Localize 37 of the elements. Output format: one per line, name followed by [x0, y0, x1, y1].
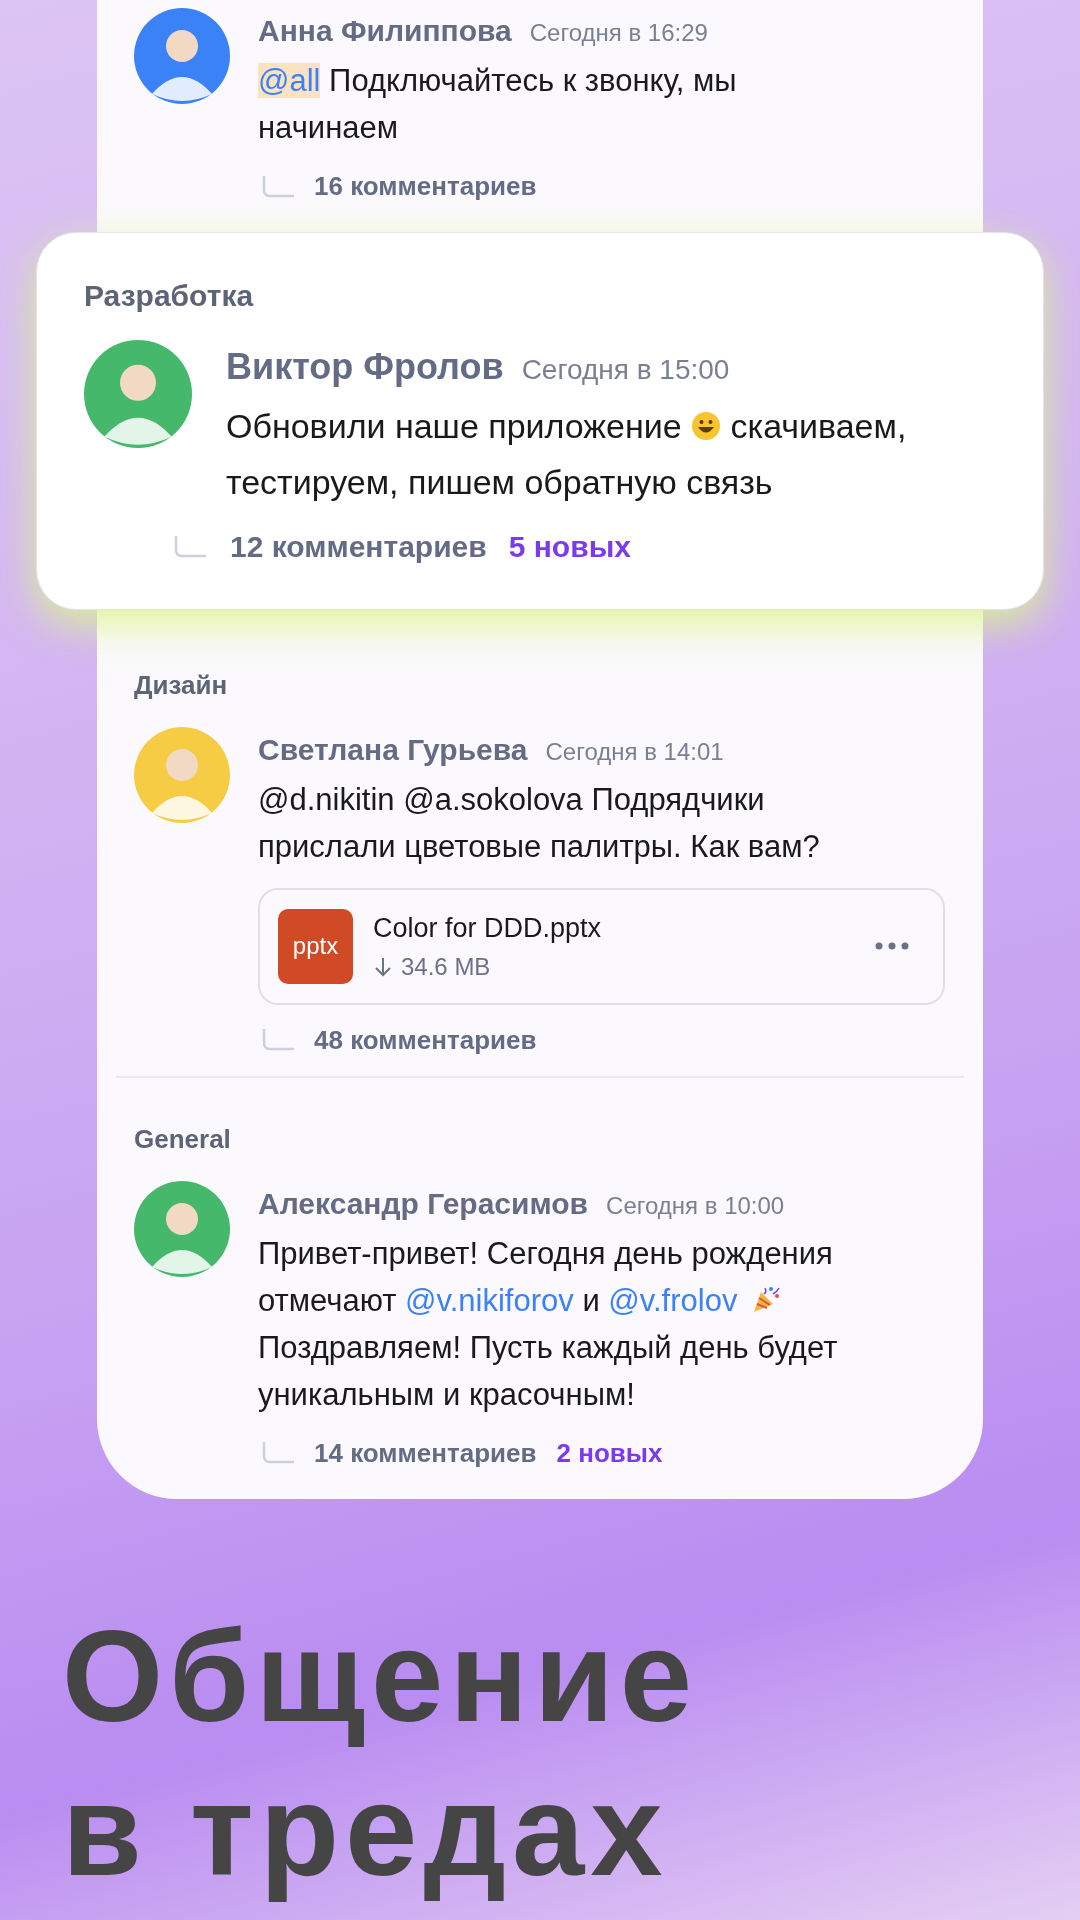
comments-count[interactable]: 16 комментариев — [314, 167, 537, 206]
thread-card[interactable]: Разработка Виктор Фролов Сегодня в 15:00 Обновили наше приложение скачиваем, тестируем, пишем обратную связь 12 комментариев 5 новых — [36, 232, 1044, 610]
author-name: Виктор Фролов — [226, 345, 504, 389]
smiley-icon — [691, 411, 722, 441]
message-text: Привет-привет! Сегодня день рождения отмечают @v.nikiforov и @v.frolov Поздравляем! Пусть каждый день будет уникальным и красочным! — [258, 1234, 839, 1414]
mention-link[interactable]: @v.frolov — [608, 1282, 738, 1318]
new-comments-count[interactable]: 2 новых — [556, 1433, 663, 1473]
channel-name: Дизайн — [134, 669, 229, 702]
comments-count[interactable]: 14 комментариев — [314, 1433, 537, 1473]
file-attachment[interactable]: pptx Color for DDD.pptx 34.6 MB — [258, 888, 945, 1005]
headline: Общение в тредах — [62, 1601, 700, 1905]
channel-name: General — [134, 1122, 232, 1156]
comments-count[interactable]: 12 комментариев — [230, 524, 487, 569]
message-time: Сегодня в 16:29 — [529, 18, 708, 48]
message-time: Сегодня в 15:00 — [521, 353, 730, 387]
mention-link[interactable]: @all — [258, 63, 321, 98]
message-time: Сегодня в 10:00 — [606, 1190, 785, 1221]
reply-corner-icon — [262, 1442, 294, 1464]
message-text: Обновили наше приложение скачиваем, тестируем, пишем обратную связь — [226, 406, 908, 503]
channel-name: Разработка — [84, 278, 255, 314]
reply-corner-icon — [174, 535, 206, 558]
message-text: @d.nikitin @a.sokolova Подрядчики прислали цветовые палитры. Как вам? — [258, 781, 821, 866]
new-comments-count[interactable]: 5 новых — [508, 524, 631, 569]
message-text: @all Подключайтесь к звонку, мы начинаем — [258, 62, 738, 147]
reply-corner-icon — [262, 1029, 294, 1051]
more-icon[interactable] — [875, 942, 909, 951]
download-icon — [373, 955, 393, 978]
reply-corner-icon — [262, 175, 294, 198]
file-name: Color for DDD.pptx — [373, 912, 603, 945]
comments-count[interactable]: 48 комментариев — [314, 1020, 537, 1060]
author-name: Анна Филиппова — [258, 13, 512, 49]
file-type-badge: pptx — [278, 908, 353, 984]
file-size: 34.6 MB — [401, 951, 491, 982]
author-name: Александр Герасимов — [258, 1185, 589, 1222]
message-time: Сегодня в 14:01 — [545, 737, 724, 767]
mention-link[interactable]: @v.nikiforov — [405, 1282, 574, 1318]
author-name: Светлана Гурьева — [258, 732, 528, 768]
